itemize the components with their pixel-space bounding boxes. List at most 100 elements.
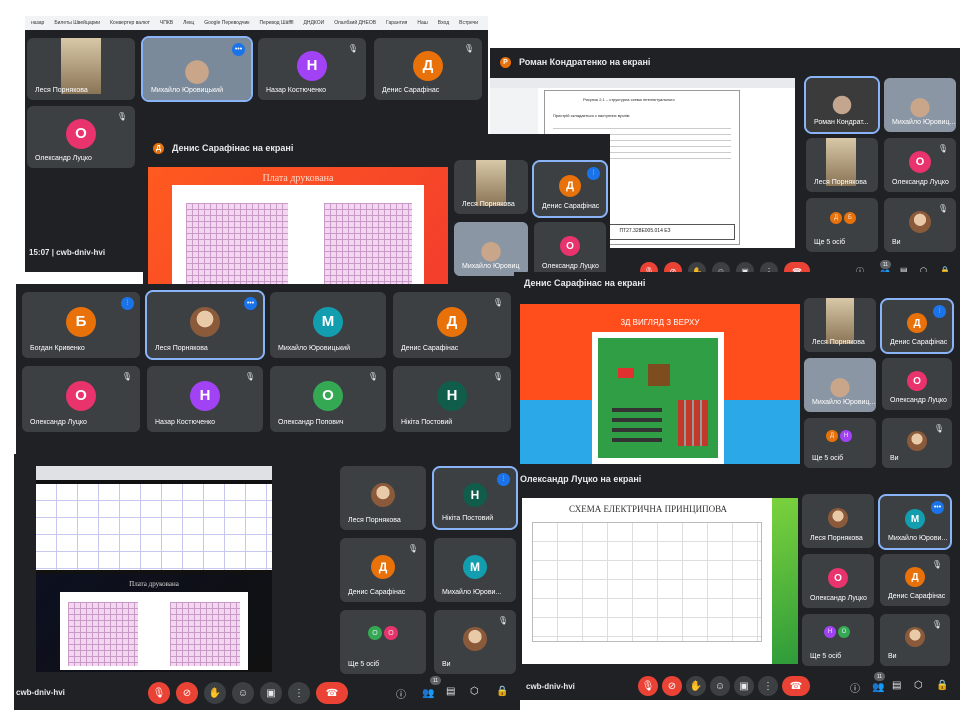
participant-tile[interactable]: 🎙 О Олександр Луцко: [27, 106, 135, 168]
participant-tile[interactable]: О Олександр Луцко: [802, 554, 874, 608]
camera-video: [61, 38, 101, 94]
shared-slide: 3Д ВИГЛЯД З ВЕРХУ: [520, 304, 800, 464]
participant-tile[interactable]: 🎙 О Олександр Луцко: [884, 138, 956, 192]
end-call-icon[interactable]: ☎: [782, 676, 810, 696]
info-icon[interactable]: ⓘ: [396, 686, 406, 701]
participant-tile[interactable]: 🎙 О Олександр Луцко: [22, 366, 140, 432]
time-and-code: 15:07 | cwb-dniv-hvi: [29, 248, 106, 257]
participant-tile[interactable]: О Олександр Луцко: [882, 358, 952, 410]
more-icon[interactable]: ⋮: [288, 682, 310, 704]
participant-tile[interactable]: Леся Порнякова: [806, 138, 878, 192]
participant-tile[interactable]: 🎙 Д Денис Сарафінас: [340, 538, 426, 602]
avatar: О: [66, 380, 96, 411]
participant-tile[interactable]: Роман Кондрат...: [804, 76, 880, 134]
participant-tile[interactable]: ••• Леся Порнякова: [145, 290, 265, 360]
more-options-icon[interactable]: •••: [931, 501, 944, 514]
participant-tile[interactable]: ••• М Михайло Юрови...: [878, 494, 952, 550]
people-icon[interactable]: 👥: [872, 682, 884, 693]
participant-tile[interactable]: ••• Михайло Юровицький: [141, 36, 253, 102]
participant-tile[interactable]: Михайло Юровиц...: [884, 78, 956, 132]
more-options-icon[interactable]: •••: [232, 43, 245, 56]
activities-icon[interactable]: ⬡: [470, 686, 479, 697]
bookmark-item[interactable]: Конвертер валют: [110, 20, 150, 26]
emoji-icon[interactable]: ☺: [232, 682, 254, 704]
circuit-schematic: [532, 522, 762, 642]
more-participants-tile[interactable]: НО Ще 5 осіб: [802, 614, 874, 666]
chat-icon[interactable]: ▤: [892, 680, 901, 691]
info-icon[interactable]: ⓘ: [850, 680, 860, 695]
more-icon[interactable]: ⋮: [758, 676, 778, 696]
participant-name: Леся Порнякова: [35, 87, 88, 94]
bookmark-item[interactable]: Билеты Швейцарии: [54, 20, 100, 26]
mic-off-icon: 🎙: [931, 560, 942, 569]
mic-off-icon: 🎙: [931, 620, 942, 629]
bookmark-item[interactable]: ЧПКВ: [160, 20, 173, 26]
participant-tile[interactable]: О Олександр Луцко: [534, 222, 606, 276]
participant-tile[interactable]: ⫶ Б Богдан Кривенко: [22, 292, 140, 358]
mic-off-icon[interactable]: 🎙: [638, 676, 658, 696]
participant-tile[interactable]: ⫶ Д Денис Сарафінас: [880, 298, 954, 354]
participant-tile[interactable]: 🎙 Ви: [882, 418, 952, 468]
participant-name: Олександр Луцко: [542, 263, 599, 270]
participant-tile[interactable]: 🎙 Д Денис Сарафінас: [880, 554, 950, 606]
lock-icon[interactable]: 🔒: [936, 680, 948, 691]
participant-tile[interactable]: 🎙 Д Денис Сарафінас: [393, 292, 511, 358]
participant-name: Ще 5 осіб: [812, 455, 844, 462]
participant-tile[interactable]: М Михайло Юрови...: [434, 538, 516, 602]
present-icon[interactable]: ▣: [734, 676, 754, 696]
present-icon[interactable]: ▣: [260, 682, 282, 704]
bookmark-item[interactable]: Перевод Шäfffl: [259, 20, 293, 26]
participant-name: Леся Порнякова: [810, 535, 863, 542]
participant-tile[interactable]: 🎙 Н Назар Костюченко: [147, 366, 263, 432]
bookmark-item[interactable]: Опалбзий ДНЕОВ: [334, 20, 376, 26]
participant-name: Ви: [888, 653, 897, 660]
participant-tile[interactable]: Леся Порнякова: [27, 38, 135, 100]
mic-off-icon: 🎙: [463, 44, 474, 53]
bookmark-item[interactable]: Наш: [417, 20, 427, 26]
bookmark-item[interactable]: назар: [31, 20, 44, 26]
lock-icon[interactable]: 🔒: [496, 686, 508, 697]
participant-tile[interactable]: 🎙 Ви: [884, 198, 956, 252]
participant-tile[interactable]: Леся Порнякова: [454, 160, 528, 214]
camera-off-icon[interactable]: ⊘: [176, 682, 198, 704]
bookmark-item[interactable]: Гарантия: [386, 20, 407, 26]
participant-tile[interactable]: 🎙 Н Нікіта Постовий: [393, 366, 511, 432]
more-participants-tile[interactable]: ДН Ще 5 осіб: [804, 418, 876, 468]
participant-tile[interactable]: 🎙 Н Назар Костюченко: [258, 38, 366, 100]
emoji-icon[interactable]: ☺: [710, 676, 730, 696]
presenter-bar: Д Денис Сарафінас на екрані: [143, 134, 610, 162]
participant-name: Денис Сарафінас: [382, 87, 440, 94]
participant-tile[interactable]: 🎙 О Олександр Попович: [270, 366, 386, 432]
bookmark-item[interactable]: Встречи: [459, 20, 478, 26]
hand-icon[interactable]: ✋: [204, 682, 226, 704]
participant-tile[interactable]: 🎙 Ви: [880, 614, 950, 666]
participant-tile[interactable]: ⫶ Д Денис Сарафінас: [532, 160, 608, 218]
participant-tile[interactable]: 🎙 Д Денис Сарафінас: [374, 38, 482, 100]
bookmark-item[interactable]: Google Переводчик: [204, 20, 249, 26]
participant-tile[interactable]: Леся Порнякова: [804, 298, 876, 352]
more-participants-tile[interactable]: ОО Ще 5 осіб: [340, 610, 426, 674]
more-participants-tile[interactable]: ДБ Ще 5 осіб: [806, 198, 878, 252]
participant-name: Михайло Юрови...: [888, 535, 948, 542]
mic-off-icon[interactable]: 🎙: [148, 682, 170, 704]
participant-tile[interactable]: 🎙 Ви: [434, 610, 516, 674]
participant-name: Нікіта Постовий: [442, 515, 494, 522]
participant-name: Михайло Юровиц...: [812, 399, 876, 406]
end-call-icon[interactable]: ☎: [316, 682, 348, 704]
people-icon[interactable]: 👥: [422, 688, 434, 699]
participant-tile[interactable]: Михайло Юровиц...: [804, 358, 876, 412]
camera-video: [476, 160, 506, 206]
participant-tile[interactable]: ⫶ Н Нікіта Постовий: [432, 466, 518, 530]
participant-tile[interactable]: Леся Порнякова: [340, 466, 426, 530]
chat-icon[interactable]: ▤: [446, 686, 455, 697]
activities-icon[interactable]: ⬡: [914, 680, 923, 691]
participant-tile[interactable]: Леся Порнякова: [802, 494, 874, 548]
more-options-icon[interactable]: •••: [244, 297, 257, 310]
participant-tile[interactable]: Михайло Юровиц: [454, 222, 528, 276]
bookmark-item[interactable]: Вход: [438, 20, 449, 26]
bookmark-item[interactable]: Лекц: [183, 20, 194, 26]
participant-tile[interactable]: М Михайло Юровицький: [270, 292, 386, 358]
camera-off-icon[interactable]: ⊘: [662, 676, 682, 696]
hand-icon[interactable]: ✋: [686, 676, 706, 696]
bookmark-item[interactable]: ДНДКОИ: [303, 20, 324, 26]
